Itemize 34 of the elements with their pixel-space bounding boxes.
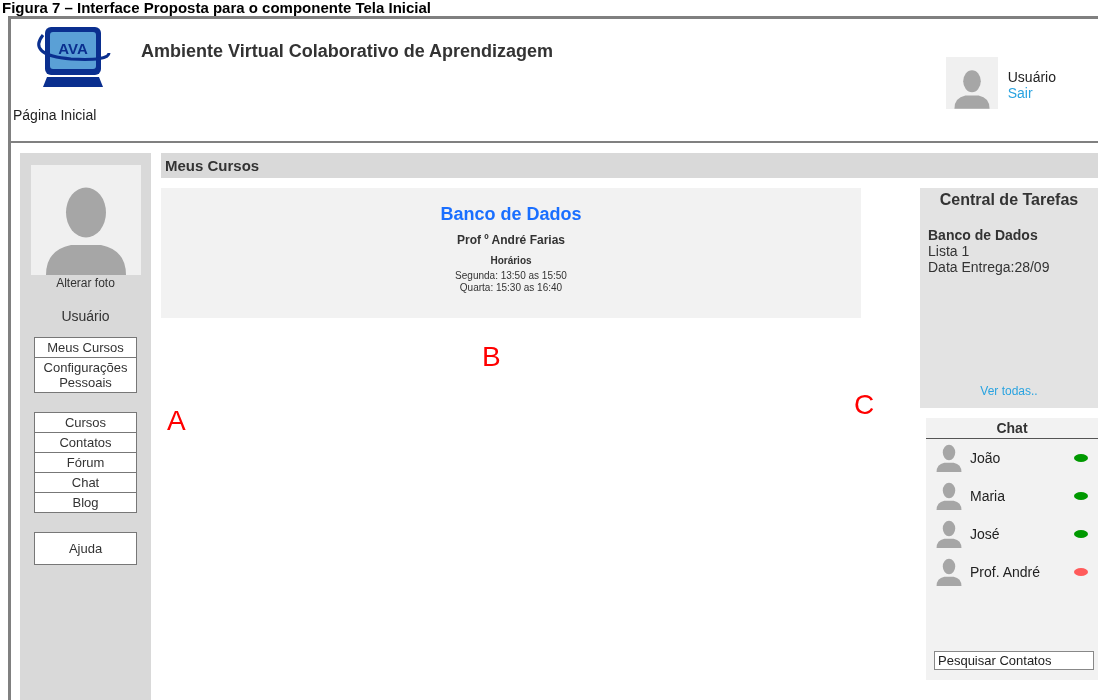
figure-caption: Figura 7 – Interface Proposta para o componente Tela Inicial <box>1 0 432 16</box>
contact-name[interactable]: João <box>970 450 1001 466</box>
contact-name[interactable]: Prof. André <box>970 564 1041 580</box>
menu-item[interactable]: Cursos <box>34 412 137 433</box>
search-field[interactable]: Pesquisar Contatos <box>934 651 1094 670</box>
menu-item[interactable]: Meus Cursos <box>34 337 137 358</box>
panel-title: Chat <box>926 418 1098 439</box>
task-course: Banco de Dados <box>928 227 1039 243</box>
user-name: Usuário <box>1007 69 1056 85</box>
user-name: Usuário <box>61 308 110 324</box>
course-title[interactable]: Banco de Dados <box>440 204 582 225</box>
menu-item[interactable]: Fórum <box>34 452 137 473</box>
menu-item[interactable]: Chat <box>34 472 137 493</box>
menu-item[interactable]: Ajuda <box>34 532 137 565</box>
panel-title: Central de Tarefas <box>939 191 1079 209</box>
menu-item[interactable]: Configurações Pessoais <box>34 357 137 393</box>
menu-item[interactable]: Contatos <box>34 432 137 453</box>
contact-name[interactable]: José <box>970 526 1000 542</box>
breadcrumb: Página Inicial <box>12 107 97 123</box>
schedule-line: Quarta: 15:30 as 16:40 <box>459 282 563 293</box>
task-name: Lista 1 <box>928 243 971 259</box>
schedule-label: Horários <box>490 255 532 266</box>
teacher-name: Prof º André Farias <box>457 233 565 247</box>
contact-name[interactable]: Maria <box>970 488 1005 504</box>
annotation-letter: B <box>482 341 501 373</box>
annotation-letter: A <box>167 405 186 437</box>
app-title: Ambiente Virtual Colaborativo de Aprendizagem <box>141 41 555 63</box>
annotation-letter: C <box>854 389 875 421</box>
schedule-line: Segunda: 13:50 as 15:50 <box>455 270 567 281</box>
task-due-date: Data Entrega:28/09 <box>928 259 1051 275</box>
section-title: Meus Cursos <box>161 153 1098 178</box>
menu-item[interactable]: Blog <box>34 492 137 513</box>
computer-logo: AVA <box>31 25 115 91</box>
change-photo-link[interactable]: Alterar foto <box>56 276 115 290</box>
